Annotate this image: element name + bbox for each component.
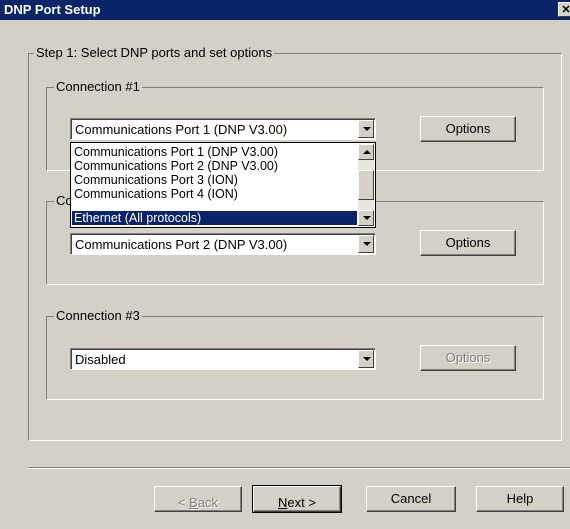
dropdown-scrollbar[interactable] [358, 144, 374, 226]
connection-2-dropdown-button[interactable] [358, 235, 374, 253]
next-label-accel: N [278, 495, 288, 510]
connection-1-dropdown-button[interactable] [358, 120, 374, 138]
connection-3-combo[interactable]: Disabled [70, 348, 376, 370]
connection-1-label: Connection #1 [54, 79, 142, 94]
connection-1-options-button[interactable]: Options [420, 116, 516, 142]
connection-3-label: Connection #3 [54, 308, 142, 323]
connection-3-dropdown-button[interactable] [358, 350, 374, 368]
connection-3-options-button[interactable]: Options [420, 345, 516, 371]
title-bar: DNP Port Setup ✕ [0, 0, 570, 20]
connection-1-value: Communications Port 1 (DNP V3.00) [75, 122, 288, 137]
connection-2-value: Communications Port 2 (DNP V3.00) [75, 237, 288, 252]
close-button[interactable]: ✕ [558, 2, 570, 17]
back-label-prefix: < [177, 495, 190, 510]
scroll-down-button[interactable] [358, 210, 374, 226]
scroll-thumb[interactable] [358, 170, 374, 200]
scroll-up-button[interactable] [358, 144, 374, 160]
window-title: DNP Port Setup [4, 2, 101, 17]
chevron-down-icon [363, 242, 371, 246]
chevron-up-icon [363, 150, 371, 154]
cancel-button[interactable]: Cancel [366, 486, 456, 512]
connection-3-value: Disabled [75, 352, 126, 367]
chevron-down-icon [363, 127, 371, 131]
dropdown-item-3[interactable]: Communications Port 4 (ION) [72, 187, 238, 201]
dropdown-item-4[interactable]: Ethernet (All protocols) [72, 211, 357, 225]
dropdown-item-2[interactable]: Communications Port 3 (ION) [72, 173, 238, 187]
connection-2-combo[interactable]: Communications Port 2 (DNP V3.00) [70, 233, 376, 255]
connection-1-dropdown-list[interactable]: Communications Port 1 (DNP V3.00) Commun… [70, 142, 376, 228]
connection-1-combo[interactable]: Communications Port 1 (DNP V3.00) [70, 118, 376, 140]
chevron-down-icon [363, 216, 371, 220]
next-button[interactable]: Next > [252, 485, 342, 513]
back-label-rest: ack [197, 495, 219, 510]
back-label-accel: B [189, 495, 198, 510]
help-button[interactable]: Help [476, 486, 564, 512]
chevron-down-icon [363, 357, 371, 361]
step1-label: Step 1: Select DNP ports and set options [34, 45, 275, 60]
connection-2-options-button[interactable]: Options [420, 230, 516, 256]
back-button[interactable]: < Back [154, 486, 242, 512]
footer-separator [28, 467, 570, 469]
dropdown-item-1[interactable]: Communications Port 2 (DNP V3.00) [72, 159, 278, 173]
dropdown-item-0[interactable]: Communications Port 1 (DNP V3.00) [72, 145, 278, 159]
close-icon: ✕ [561, 4, 570, 16]
next-label-rest: ext > [287, 495, 316, 510]
